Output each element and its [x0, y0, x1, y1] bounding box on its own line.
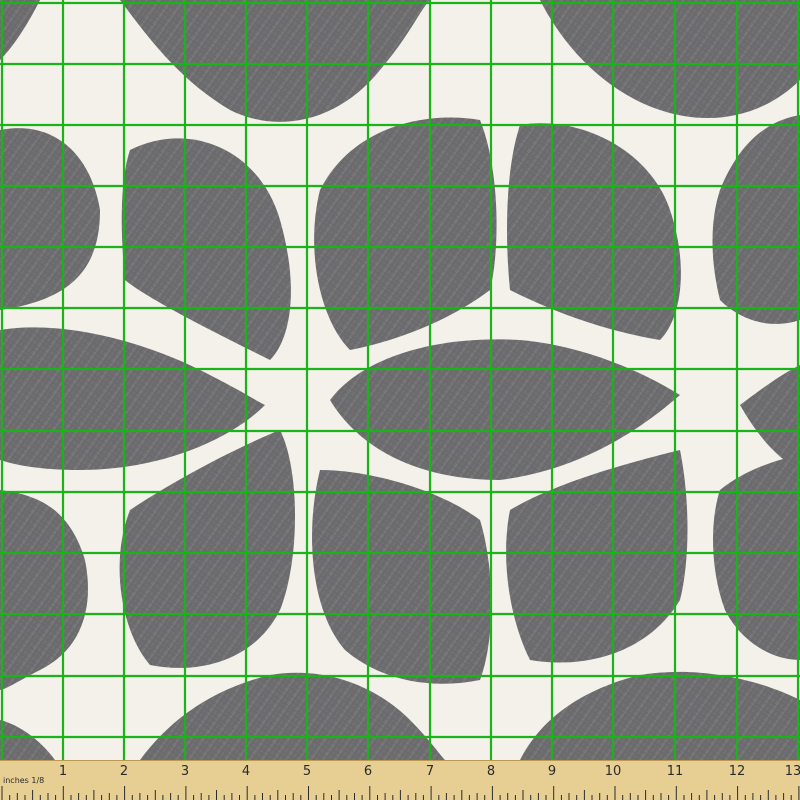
ruler-number: 6 — [364, 764, 372, 779]
ruler-number: 8 — [487, 764, 495, 779]
ruler-number: 12 — [729, 764, 746, 779]
ruler-number: 13 — [785, 764, 800, 779]
ruler-number: 9 — [548, 764, 556, 779]
fabric-swatch: inches 1/8 1 2 3 4 5 6 7 8 9 10 11 12 13 — [0, 0, 800, 800]
ruler-number: 2 — [120, 764, 128, 779]
fabric-pattern — [0, 0, 800, 760]
measuring-ruler: inches 1/8 1 2 3 4 5 6 7 8 9 10 11 12 13 — [0, 760, 800, 800]
ruler-number: 7 — [426, 764, 434, 779]
ruler-number: 10 — [605, 764, 622, 779]
ruler-number: 5 — [303, 764, 311, 779]
ruler-number: 4 — [242, 764, 250, 779]
ruler-unit-label: inches 1/8 — [3, 776, 44, 785]
ruler-number: 11 — [667, 764, 684, 779]
ruler-number: 3 — [181, 764, 189, 779]
ruler-number: 1 — [59, 764, 67, 779]
